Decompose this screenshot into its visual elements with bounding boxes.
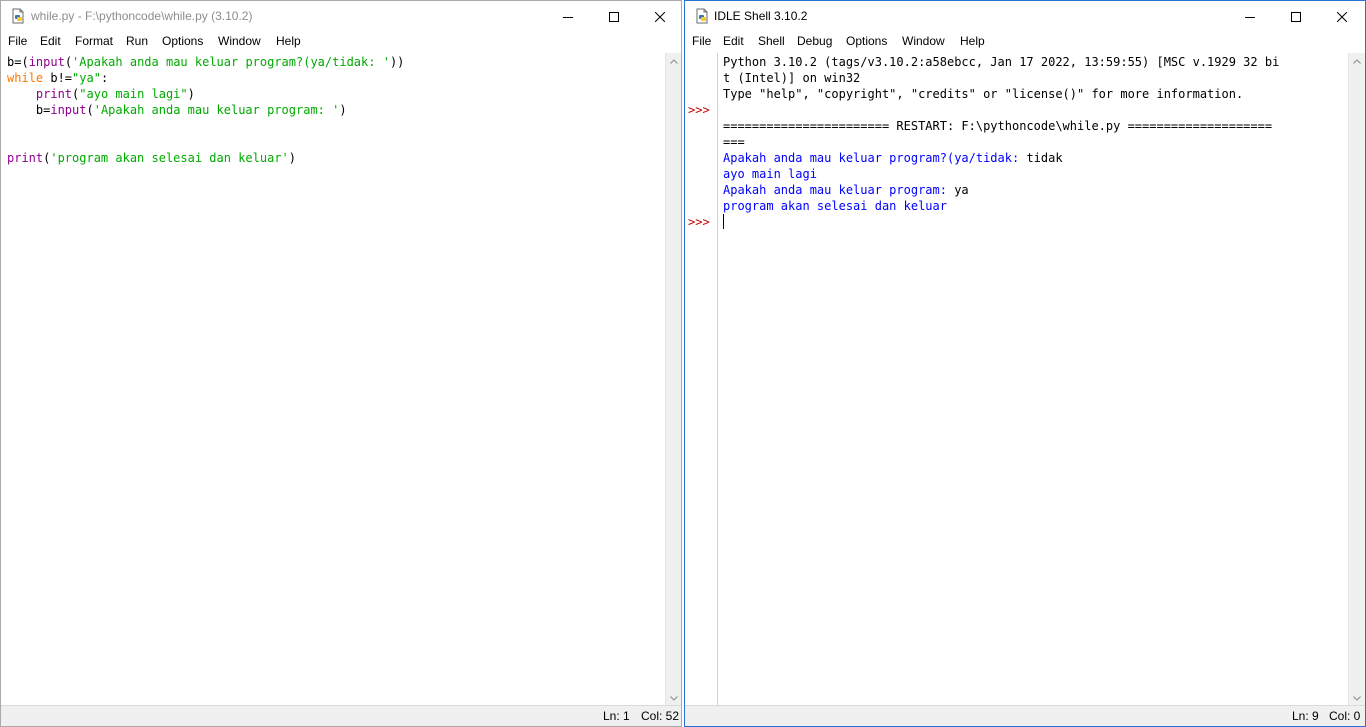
editor-code-token: ) [339,103,347,117]
shell-output-line: program akan selesai dan keluar [723,198,947,214]
scroll-up-arrow-icon[interactable] [1349,53,1365,70]
shell-output-token: Apakah anda mau keluar program: [723,183,955,197]
shell-minimize-button[interactable] [1227,1,1273,32]
scroll-up-arrow-icon[interactable] [666,53,681,70]
editor-close-button[interactable] [637,1,681,32]
editor-code-token: print [35,87,73,101]
shell-title: IDLE Shell 3.10.2 [714,9,808,23]
editor-code-line: print('program akan selesai dan keluar') [7,150,296,166]
minimize-icon [563,12,573,22]
line-number: Ln: 1 [603,709,630,723]
editor-titlebar[interactable]: while.py - F:\pythoncode\while.py (3.10.… [1,1,681,32]
shell-output-line: Apakah anda mau keluar program: ya [723,182,969,198]
menu-debug[interactable]: Debug [797,34,832,48]
shell-prompt-gutter: >>> >>> [685,53,718,705]
shell-output-line: ayo main lagi [723,166,817,182]
column-number: Col: 52 [641,709,680,723]
shell-window: IDLE Shell 3.10.2 File Edit Shell Debug … [684,0,1366,727]
editor-code-token: "ya" [72,71,101,85]
editor-code-area[interactable]: b=(input('Apakah anda mau keluar program… [1,53,665,707]
shell-menubar: File Edit Shell Debug Options Window Hel… [685,32,1365,53]
menu-edit[interactable]: Edit [723,34,744,48]
editor-code-line: print("ayo main lagi") [7,86,195,102]
menu-help[interactable]: Help [276,34,301,48]
menu-file[interactable]: File [8,34,27,48]
editor-code-line: while b!="ya": [7,70,108,86]
shell-prompt: >>> [688,215,710,229]
close-icon [655,11,665,22]
menu-window[interactable]: Window [902,34,945,48]
editor-statusbar: Ln: 1 Col: 52 [1,705,681,726]
shell-output-token: tidak [1026,151,1063,165]
shell-output-area[interactable]: Python 3.10.2 (tags/v3.10.2:a58ebcc, Jan… [719,53,1347,707]
column-number: Col: 0 [1329,709,1361,723]
shell-output-line: Type "help", "copyright", "credits" or "… [723,86,1243,102]
editor-code-token: b=( [7,55,29,69]
shell-output-line: Python 3.10.2 (tags/v3.10.2:a58ebcc, Jan… [723,54,1279,70]
editor-code-token [7,87,36,101]
shell-output-token: === [723,135,745,149]
editor-code-token: "ayo main lagi" [79,87,188,101]
menu-format[interactable]: Format [75,34,113,48]
editor-title: while.py - F:\pythoncode\while.py (3.10.… [31,9,253,23]
editor-maximize-button[interactable] [591,1,637,32]
editor-code-token: : [100,71,109,85]
editor-code-token: ( [64,55,73,69]
shell-output-line: t (Intel)] on win32 [723,70,860,86]
shell-output-token: t (Intel)] on win32 [723,71,861,85]
shell-output-token: ayo main lagi [723,167,817,181]
shell-close-button[interactable] [1319,1,1365,32]
editor-code-token: )) [389,55,405,69]
editor-code-token: 'program akan selesai dan keluar' [50,151,289,165]
menu-window[interactable]: Window [218,34,261,48]
shell-maximize-button[interactable] [1273,1,1319,32]
maximize-icon [609,11,619,22]
text-cursor [723,214,724,229]
editor-code-token: b!= [43,71,73,85]
shell-titlebar[interactable]: IDLE Shell 3.10.2 [685,1,1365,32]
shell-output-line: === [723,134,745,150]
editor-code-line: b=input('Apakah anda mau keluar program:… [7,102,347,118]
editor-code-token: 'Apakah anda mau keluar program?(ya/tida… [72,55,390,69]
shell-output-token: Apakah anda mau keluar program?(ya/tidak… [723,151,1027,165]
shell-statusbar: Ln: 9 Col: 0 [685,705,1365,726]
maximize-icon [1291,11,1301,22]
editor-code-token: ( [86,103,94,117]
editor-minimize-button[interactable] [545,1,591,32]
menu-options[interactable]: Options [162,34,203,48]
shell-vertical-scrollbar[interactable] [1348,53,1365,707]
shell-output-token: ya [954,183,969,197]
editor-code-token: b= [7,103,51,117]
editor-code-token: ) [288,151,297,165]
editor-code-token: input [50,103,87,117]
editor-window: while.py - F:\pythoncode\while.py (3.10.… [0,0,682,727]
line-number: Ln: 9 [1292,709,1319,723]
menu-shell[interactable]: Shell [758,34,785,48]
close-icon [1337,11,1347,22]
shell-output-line: Apakah anda mau keluar program?(ya/tidak… [723,150,1063,166]
editor-vertical-scrollbar[interactable] [665,53,681,707]
shell-output-line: ======================= RESTART: F:\pyth… [723,118,1272,134]
menu-options[interactable]: Options [846,34,887,48]
editor-code-token: input [28,55,65,69]
shell-prompt: >>> [688,103,710,117]
menu-run[interactable]: Run [126,34,148,48]
shell-output-token: Python 3.10.2 (tags/v3.10.2:a58ebcc, Jan… [723,55,1280,69]
editor-code-token: 'Apakah anda mau keluar program: ' [93,103,340,117]
python-file-icon [10,8,26,24]
menu-file[interactable]: File [692,34,711,48]
menu-edit[interactable]: Edit [40,34,61,48]
python-file-icon [694,8,710,24]
menu-help[interactable]: Help [960,34,985,48]
editor-code-token: ) [187,87,195,101]
editor-code-token: print [7,151,44,165]
shell-output-token: ======================= RESTART: F:\pyth… [723,119,1273,133]
editor-code-line: b=(input('Apakah anda mau keluar program… [7,54,404,70]
editor-code-token: while [7,71,44,85]
minimize-icon [1245,12,1255,22]
shell-output-token: Type "help", "copyright", "credits" or "… [723,87,1244,101]
editor-menubar: File Edit Format Run Options Window Help [1,32,681,53]
shell-output-token: program akan selesai dan keluar [723,199,947,213]
